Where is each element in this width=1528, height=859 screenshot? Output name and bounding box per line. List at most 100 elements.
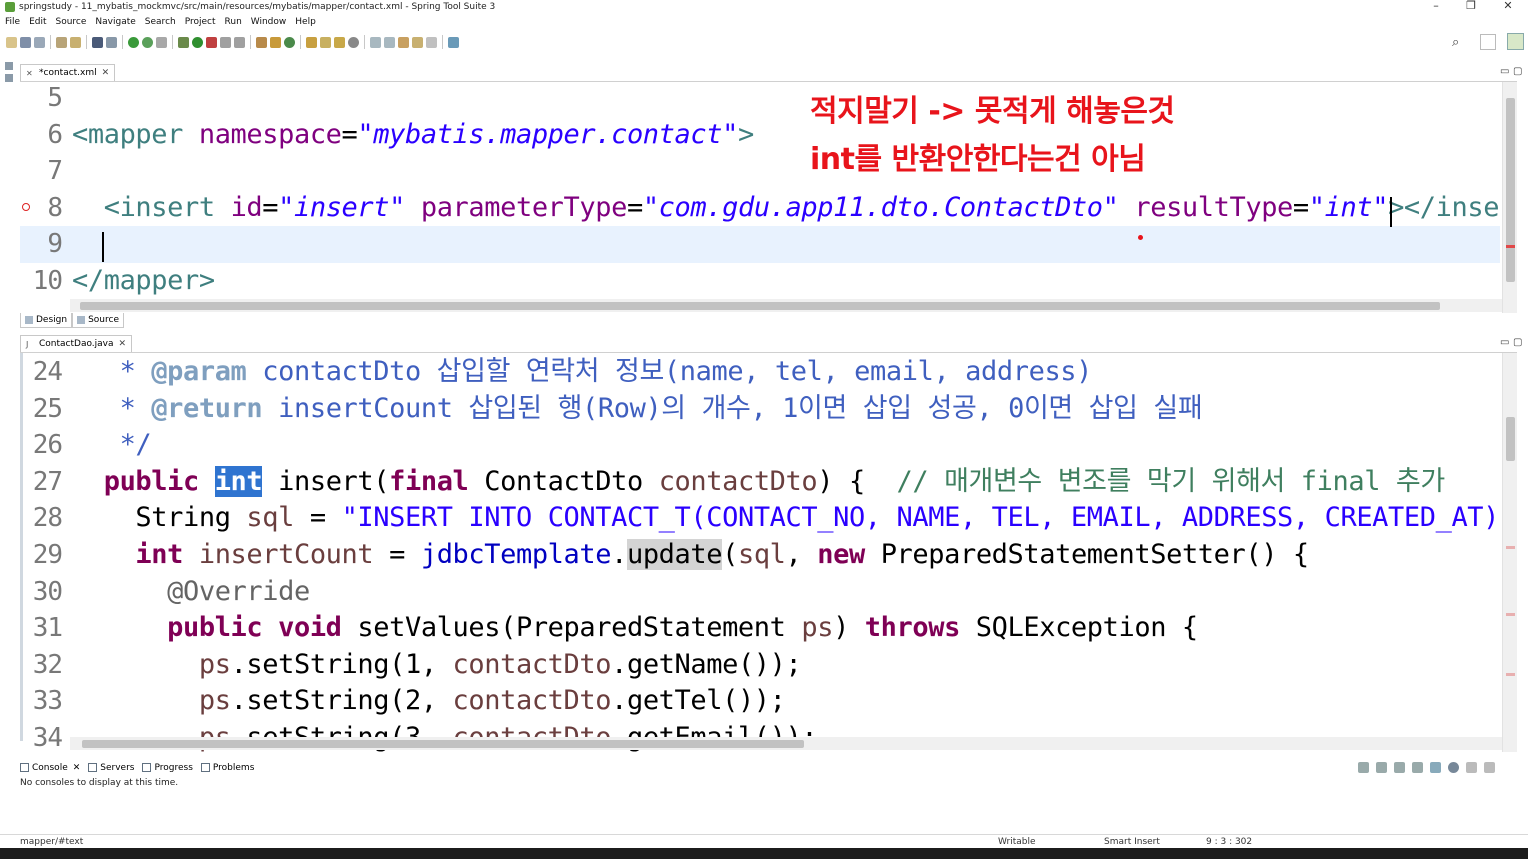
skip-breakpoints-icon[interactable] bbox=[106, 36, 117, 48]
console-settings-icon[interactable] bbox=[1448, 762, 1459, 773]
debug-icon[interactable] bbox=[178, 36, 189, 48]
minimize-button[interactable]: – bbox=[1418, 0, 1454, 14]
code-line[interactable]: 28 String sql = "INSERT INTO CONTACT_T(C… bbox=[20, 500, 1517, 537]
minimize-editor-icon[interactable]: ▭ bbox=[1500, 66, 1509, 77]
new-class-icon[interactable] bbox=[284, 36, 295, 48]
hscroll-thumb[interactable] bbox=[82, 740, 804, 748]
package-explorer-icon[interactable] bbox=[5, 74, 13, 82]
java-horizontal-scrollbar[interactable] bbox=[70, 737, 1502, 750]
display-console-icon[interactable] bbox=[1376, 762, 1387, 773]
coverage-icon[interactable] bbox=[234, 36, 245, 48]
menu-edit[interactable]: Edit bbox=[29, 17, 46, 27]
code-line[interactable]: 9 bbox=[20, 226, 1500, 263]
xml-horizontal-scrollbar[interactable] bbox=[70, 299, 1502, 312]
code-line[interactable]: 30 @Override bbox=[20, 574, 1500, 611]
new-icon[interactable] bbox=[6, 36, 17, 48]
hscroll-thumb[interactable] bbox=[80, 302, 1440, 310]
java-vertical-scrollbar[interactable] bbox=[1502, 353, 1517, 752]
close-button[interactable]: ✕ bbox=[1490, 0, 1526, 14]
boot-dashboard-icon[interactable] bbox=[128, 36, 139, 48]
server-icon[interactable] bbox=[156, 36, 167, 48]
menu-run[interactable]: Run bbox=[225, 17, 242, 27]
tab-contactdao-java[interactable]: J ContactDao.java ✕ bbox=[20, 335, 133, 352]
tab-problems[interactable]: Problems bbox=[200, 763, 254, 773]
tab-console[interactable]: Console ✕ bbox=[20, 763, 80, 773]
print-icon[interactable] bbox=[56, 36, 67, 48]
external-tools-icon[interactable] bbox=[206, 36, 217, 48]
previous-annotation-icon[interactable] bbox=[384, 36, 395, 48]
code-line[interactable]: 32 ps.setString(1, contactDto.getName())… bbox=[20, 647, 1500, 684]
back-icon[interactable] bbox=[412, 36, 423, 48]
code-line[interactable]: 27 public int insert(final ContactDto co… bbox=[20, 464, 1500, 501]
open-console-icon[interactable] bbox=[1394, 762, 1405, 773]
code-line[interactable]: 10 </mapper> bbox=[20, 263, 1500, 300]
code-line[interactable]: 7 bbox=[20, 153, 1500, 190]
tab-servers-label: Servers bbox=[100, 762, 135, 773]
close-tab-icon[interactable]: ✕ bbox=[119, 339, 127, 349]
error-overview-marker[interactable] bbox=[1506, 245, 1515, 248]
copy-icon[interactable] bbox=[70, 36, 81, 48]
code-line[interactable]: 33 ps.setString(2, contactDto.getTel()); bbox=[20, 683, 1500, 720]
save-all-icon[interactable] bbox=[34, 36, 45, 48]
close-tab-icon[interactable]: ✕ bbox=[102, 68, 110, 78]
xml-editor[interactable]: 5 6 <mapper namespace="mybatis.mapper.cont… bbox=[20, 81, 1517, 313]
menu-help[interactable]: Help bbox=[295, 17, 316, 27]
restore-button[interactable]: ❐ bbox=[1453, 0, 1489, 14]
menu-file[interactable]: File bbox=[5, 17, 20, 27]
minimize-editor-icon[interactable]: ▭ bbox=[1500, 337, 1509, 348]
tab-progress[interactable]: Progress bbox=[142, 763, 193, 773]
new-package-icon[interactable] bbox=[270, 36, 281, 48]
minimize-view-icon[interactable] bbox=[1466, 762, 1477, 773]
maximize-view-icon[interactable] bbox=[1484, 762, 1495, 773]
code-line[interactable]: 6 <mapper namespace="mybatis.mapper.conta… bbox=[20, 117, 1500, 154]
overview-marker[interactable] bbox=[1506, 673, 1515, 676]
code-line[interactable]: 26 */ bbox=[20, 427, 1500, 464]
maximize-editor-icon[interactable]: ▢ bbox=[1513, 66, 1522, 77]
xml-vertical-scrollbar[interactable] bbox=[1502, 82, 1517, 313]
code-line[interactable]: 24 * @param contactDto 삽입할 연락처 정보(name, … bbox=[20, 354, 1500, 391]
error-marker-icon[interactable] bbox=[22, 203, 30, 211]
pin-editor-icon[interactable] bbox=[448, 36, 459, 48]
code-line[interactable]: 29 int insertCount = jdbcTemplate.update… bbox=[20, 537, 1500, 574]
run-icon[interactable] bbox=[192, 36, 203, 48]
scroll-thumb[interactable] bbox=[1506, 98, 1515, 282]
maximize-editor-icon[interactable]: ▢ bbox=[1513, 337, 1522, 348]
java-editor[interactable]: 24 * @param contactDto 삽입할 연락처 정보(name, … bbox=[20, 352, 1517, 752]
code-line[interactable]: 8 <insert id="insert" parameterType="com… bbox=[20, 190, 1500, 227]
open-task-icon[interactable] bbox=[320, 36, 331, 48]
restore-view-icon[interactable] bbox=[5, 62, 13, 70]
tab-contact-xml[interactable]: ✕ *contact.xml ✕ bbox=[20, 64, 116, 81]
menu-window[interactable]: Window bbox=[251, 17, 287, 27]
forward-icon[interactable] bbox=[426, 36, 437, 48]
overview-marker[interactable] bbox=[1506, 546, 1515, 549]
menu-search[interactable]: Search bbox=[145, 17, 176, 27]
stop-icon[interactable] bbox=[220, 36, 231, 48]
code-line[interactable]: 25 * @return insertCount 삽입된 행(Row)의 개수,… bbox=[20, 391, 1500, 428]
menu-project[interactable]: Project bbox=[185, 17, 216, 27]
next-annotation-icon[interactable] bbox=[370, 36, 381, 48]
annotation-icon[interactable] bbox=[348, 36, 359, 48]
scroll-lock-icon[interactable] bbox=[1430, 762, 1441, 773]
tab-servers[interactable]: Servers bbox=[88, 763, 134, 773]
clear-console-icon[interactable] bbox=[1412, 762, 1423, 773]
terminal-icon[interactable] bbox=[92, 36, 103, 48]
overview-marker[interactable] bbox=[1506, 613, 1515, 616]
refresh-icon[interactable] bbox=[142, 36, 153, 48]
scroll-thumb[interactable] bbox=[1506, 417, 1515, 461]
last-edit-icon[interactable] bbox=[398, 36, 409, 48]
pin-console-icon[interactable] bbox=[1358, 762, 1369, 773]
save-icon[interactable] bbox=[20, 36, 31, 48]
code-line[interactable]: 5 bbox=[20, 82, 1500, 117]
spring-perspective-icon[interactable] bbox=[1507, 33, 1524, 50]
open-type-icon[interactable] bbox=[306, 36, 317, 48]
tab-source[interactable]: Source bbox=[72, 313, 124, 328]
menu-navigate[interactable]: Navigate bbox=[95, 17, 135, 27]
code-line[interactable]: 31 public void setValues(PreparedStateme… bbox=[20, 610, 1500, 647]
menu-source[interactable]: Source bbox=[56, 17, 87, 27]
tab-design[interactable]: Design bbox=[20, 313, 73, 328]
magnifier-icon[interactable]: ⌕ bbox=[1452, 35, 1459, 50]
close-tab-icon[interactable]: ✕ bbox=[73, 763, 81, 773]
new-java-project-icon[interactable] bbox=[256, 36, 267, 48]
search-icon[interactable] bbox=[334, 36, 345, 48]
open-perspective-icon[interactable] bbox=[1480, 34, 1496, 50]
